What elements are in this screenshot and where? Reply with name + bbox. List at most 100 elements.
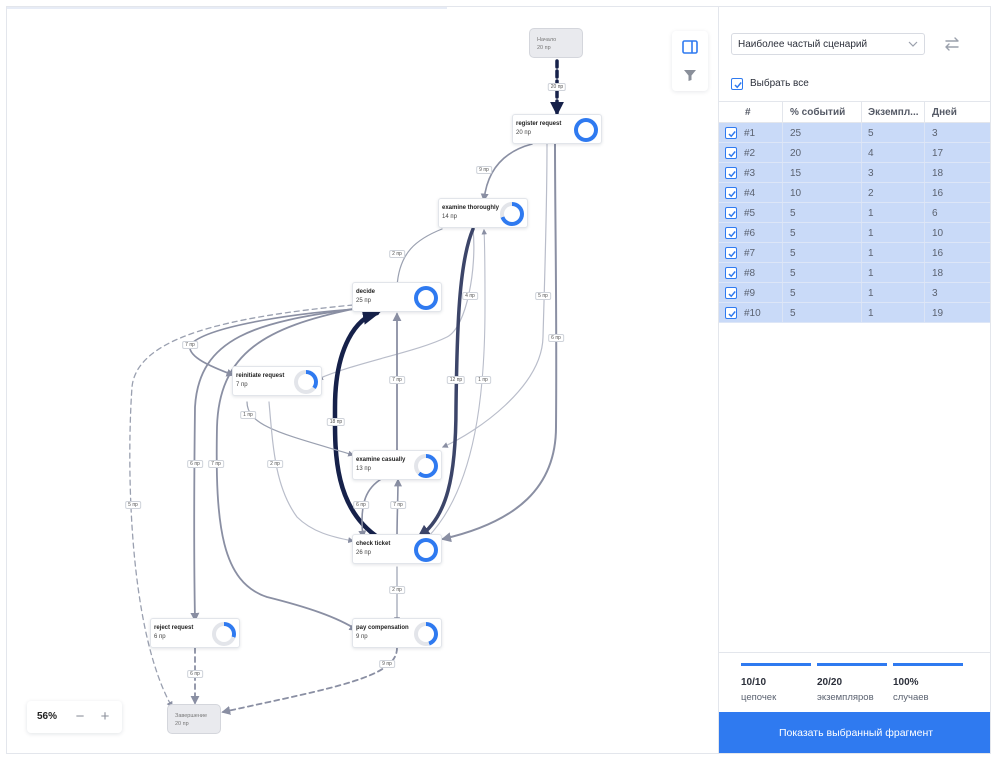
cell-instances: 4 — [868, 148, 874, 159]
checkbox-checked-icon[interactable] — [725, 167, 737, 179]
cell-events: 5 — [790, 208, 796, 219]
node-count: 26 пр — [356, 550, 371, 556]
cell-id: #9 — [744, 288, 756, 299]
show-selected-fragment-button[interactable]: Показать выбранный фрагмент — [719, 712, 990, 753]
zoom-value: 56% — [37, 711, 58, 722]
column-header-days[interactable]: Дней — [932, 107, 957, 118]
checkbox-checked-icon[interactable] — [725, 307, 737, 319]
checkbox-checked-icon[interactable] — [725, 147, 737, 159]
column-header-events[interactable]: % событий — [790, 107, 864, 118]
table-row[interactable]: #4 10 2 16 — [719, 183, 990, 203]
table-row[interactable]: #6 5 1 10 — [719, 223, 990, 243]
column-header-id[interactable]: # — [745, 107, 751, 118]
edge-et-decide — [394, 228, 443, 289]
node-count: 20 пр — [516, 130, 531, 136]
node-check-ticket[interactable]: check ticket 26 пр — [352, 534, 442, 564]
cell-id: #5 — [744, 208, 756, 219]
stat-instances: 20/20 экземпляров — [817, 663, 887, 703]
frequency-donut — [414, 538, 438, 562]
cell-id: #8 — [744, 268, 756, 279]
node-start[interactable]: Начало 20 пр — [529, 28, 583, 58]
checkbox-checked-icon[interactable] — [725, 287, 737, 299]
edge-label: 9 пр — [476, 166, 492, 174]
edge-label: 9 пр — [379, 660, 395, 668]
edge-label: 7 пр — [208, 460, 224, 468]
table-row[interactable]: #5 5 1 6 — [719, 203, 990, 223]
node-examine-casually[interactable]: examine casually 13 пр — [352, 450, 442, 480]
cell-days: 16 — [932, 248, 944, 259]
edge-label: 7 пр — [390, 501, 406, 509]
cell-instances: 1 — [868, 308, 874, 319]
cell-events: 20 — [790, 148, 802, 159]
stat-label: экземпляров — [817, 692, 874, 703]
frequency-donut — [414, 622, 438, 646]
cell-instances: 1 — [868, 228, 874, 239]
zoom-in-button[interactable]: + — [96, 707, 114, 727]
node-reject-request[interactable]: reject request 6 пр — [150, 618, 240, 648]
table-row[interactable]: #10 5 1 19 — [719, 303, 990, 323]
cell-events: 25 — [790, 128, 802, 139]
checkbox-checked-icon[interactable] — [725, 207, 737, 219]
checkbox-checked-icon[interactable] — [725, 267, 737, 279]
zoom-control: 56% − + — [27, 701, 122, 733]
cell-instances: 3 — [868, 168, 874, 179]
column-header-instances[interactable]: Экземпл... — [868, 107, 922, 118]
checkbox-checked-icon[interactable] — [725, 187, 737, 199]
edge-label: 20 пр — [547, 83, 567, 91]
checkbox-checked-icon[interactable] — [725, 127, 737, 139]
filter-button[interactable] — [680, 65, 700, 85]
stat-bar — [893, 663, 963, 666]
edge-label: 5 пр — [535, 292, 551, 300]
edge-label: 2 пр — [267, 460, 283, 468]
node-reinitiate-request[interactable]: reinitiate request 7 пр — [232, 366, 322, 396]
table-row[interactable]: #3 15 3 18 — [719, 163, 990, 183]
node-examine-thoroughly[interactable]: examine thoroughly 14 пр — [438, 198, 528, 228]
edge-ct-ec — [393, 478, 402, 539]
table-row[interactable]: #1 25 5 3 — [719, 123, 990, 143]
checkbox-checked-icon[interactable] — [725, 227, 737, 239]
stat-value: 20/20 — [817, 677, 843, 688]
node-name: examine casually — [356, 457, 406, 463]
cell-instances: 1 — [868, 208, 874, 219]
node-end[interactable]: Завершение 20 пр — [167, 704, 221, 734]
cell-days: 16 — [932, 188, 944, 199]
node-count: 6 пр — [154, 634, 166, 640]
node-count: 20 пр — [175, 721, 189, 727]
frequency-donut — [414, 286, 438, 310]
zoom-out-button[interactable]: − — [71, 707, 89, 727]
scenario-panel: Наиболее частый сценарий Выбрать все # %… — [718, 7, 990, 753]
edge-label: 2 пр — [389, 586, 405, 594]
node-name: reinitiate request — [236, 373, 285, 379]
edge-label: 7 пр — [182, 341, 198, 349]
node-register-request[interactable]: register request 20 пр — [512, 114, 602, 144]
cell-id: #1 — [744, 128, 756, 139]
select-all-label: Выбрать все — [750, 78, 809, 89]
select-all-checkbox[interactable]: Выбрать все — [731, 77, 809, 91]
edge-et-check-ticket — [416, 227, 475, 539]
edge-label: 6 пр — [187, 670, 203, 678]
frequency-donut — [574, 118, 598, 142]
cell-events: 5 — [790, 248, 796, 259]
node-pay-compensation[interactable]: pay compensation 9 пр — [352, 618, 442, 648]
node-count: 13 пр — [356, 466, 371, 472]
panel-toggle-button[interactable] — [680, 37, 700, 57]
table-row[interactable]: #8 5 1 18 — [719, 263, 990, 283]
scenario-select[interactable]: Наиболее частый сценарий — [731, 33, 925, 55]
node-decide[interactable]: decide 25 пр — [352, 282, 442, 312]
table-row[interactable]: #9 5 1 3 — [719, 283, 990, 303]
swap-button[interactable] — [943, 35, 961, 53]
edge-label: 6 пр — [187, 460, 203, 468]
cell-days: 19 — [932, 308, 944, 319]
filter-icon — [684, 70, 696, 81]
cell-days: 10 — [932, 228, 944, 239]
table-row[interactable]: #7 5 1 16 — [719, 243, 990, 263]
edge-label: 4 пр — [462, 292, 478, 300]
stat-chains: 10/10 цепочек — [741, 663, 811, 703]
table-row[interactable]: #2 20 4 17 — [719, 143, 990, 163]
process-graph-canvas[interactable]: 20 пр 9 пр 5 пр 6 пр 2 пр 4 пр 12 пр 1 п… — [7, 7, 718, 753]
cell-id: #10 — [744, 308, 761, 319]
table-header: # % событий Экземпл... Дней — [719, 101, 990, 123]
node-count: 25 пр — [356, 298, 371, 304]
checkbox-checked-icon[interactable] — [725, 247, 737, 259]
frequency-donut — [500, 202, 524, 226]
